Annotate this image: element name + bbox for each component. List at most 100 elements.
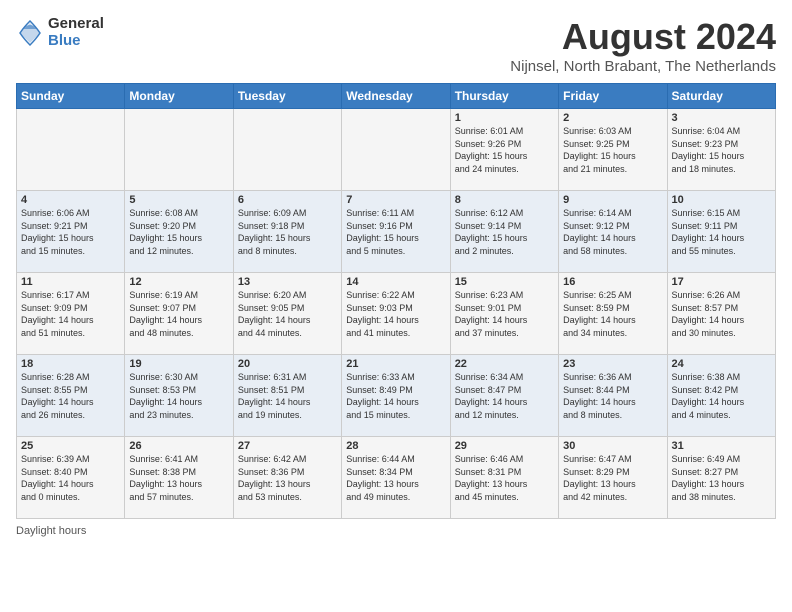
calendar-cell: 10Sunrise: 6:15 AM Sunset: 9:11 PM Dayli… [667,191,775,273]
calendar-cell: 4Sunrise: 6:06 AM Sunset: 9:21 PM Daylig… [17,191,125,273]
day-header-friday: Friday [559,84,667,109]
day-number: 12 [129,276,228,288]
calendar-cell: 6Sunrise: 6:09 AM Sunset: 9:18 PM Daylig… [233,191,341,273]
day-number: 26 [129,440,228,452]
day-detail: Sunrise: 6:47 AM Sunset: 8:29 PM Dayligh… [563,453,662,503]
day-number: 21 [346,358,445,370]
day-number: 31 [672,440,771,452]
calendar-cell [17,109,125,191]
calendar-cell: 11Sunrise: 6:17 AM Sunset: 9:09 PM Dayli… [17,273,125,355]
day-number: 6 [238,194,337,206]
day-detail: Sunrise: 6:28 AM Sunset: 8:55 PM Dayligh… [21,371,120,421]
calendar-cell: 1Sunrise: 6:01 AM Sunset: 9:26 PM Daylig… [450,109,558,191]
calendar-week-5: 25Sunrise: 6:39 AM Sunset: 8:40 PM Dayli… [17,437,776,519]
calendar-cell [233,109,341,191]
day-number: 2 [563,112,662,124]
day-number: 10 [672,194,771,206]
calendar-cell: 30Sunrise: 6:47 AM Sunset: 8:29 PM Dayli… [559,437,667,519]
calendar-cell: 13Sunrise: 6:20 AM Sunset: 9:05 PM Dayli… [233,273,341,355]
day-number: 18 [21,358,120,370]
logo-icon [16,19,44,47]
calendar-cell: 22Sunrise: 6:34 AM Sunset: 8:47 PM Dayli… [450,355,558,437]
day-detail: Sunrise: 6:42 AM Sunset: 8:36 PM Dayligh… [238,453,337,503]
day-detail: Sunrise: 6:26 AM Sunset: 8:57 PM Dayligh… [672,289,771,339]
month-title: August 2024 [510,16,776,58]
day-detail: Sunrise: 6:11 AM Sunset: 9:16 PM Dayligh… [346,207,445,257]
calendar-table: SundayMondayTuesdayWednesdayThursdayFrid… [16,83,776,519]
day-number: 17 [672,276,771,288]
title-block: August 2024 Nijnsel, North Brabant, The … [510,16,776,75]
day-header-monday: Monday [125,84,233,109]
day-detail: Sunrise: 6:39 AM Sunset: 8:40 PM Dayligh… [21,453,120,503]
calendar-cell: 24Sunrise: 6:38 AM Sunset: 8:42 PM Dayli… [667,355,775,437]
day-number: 4 [21,194,120,206]
day-detail: Sunrise: 6:08 AM Sunset: 9:20 PM Dayligh… [129,207,228,257]
day-detail: Sunrise: 6:22 AM Sunset: 9:03 PM Dayligh… [346,289,445,339]
footer: Daylight hours [16,525,776,537]
logo-text: General Blue [48,16,104,49]
day-number: 30 [563,440,662,452]
day-detail: Sunrise: 6:36 AM Sunset: 8:44 PM Dayligh… [563,371,662,421]
calendar-cell: 5Sunrise: 6:08 AM Sunset: 9:20 PM Daylig… [125,191,233,273]
day-number: 8 [455,194,554,206]
day-detail: Sunrise: 6:14 AM Sunset: 9:12 PM Dayligh… [563,207,662,257]
day-number: 7 [346,194,445,206]
calendar-cell: 12Sunrise: 6:19 AM Sunset: 9:07 PM Dayli… [125,273,233,355]
day-number: 9 [563,194,662,206]
logo-blue: Blue [48,33,104,50]
calendar-cell: 3Sunrise: 6:04 AM Sunset: 9:23 PM Daylig… [667,109,775,191]
day-number: 19 [129,358,228,370]
calendar-cell: 9Sunrise: 6:14 AM Sunset: 9:12 PM Daylig… [559,191,667,273]
day-number: 15 [455,276,554,288]
day-detail: Sunrise: 6:23 AM Sunset: 9:01 PM Dayligh… [455,289,554,339]
calendar-week-4: 18Sunrise: 6:28 AM Sunset: 8:55 PM Dayli… [17,355,776,437]
day-detail: Sunrise: 6:34 AM Sunset: 8:47 PM Dayligh… [455,371,554,421]
day-detail: Sunrise: 6:41 AM Sunset: 8:38 PM Dayligh… [129,453,228,503]
day-detail: Sunrise: 6:03 AM Sunset: 9:25 PM Dayligh… [563,125,662,175]
day-detail: Sunrise: 6:09 AM Sunset: 9:18 PM Dayligh… [238,207,337,257]
day-detail: Sunrise: 6:20 AM Sunset: 9:05 PM Dayligh… [238,289,337,339]
calendar-cell: 23Sunrise: 6:36 AM Sunset: 8:44 PM Dayli… [559,355,667,437]
day-number: 13 [238,276,337,288]
day-detail: Sunrise: 6:31 AM Sunset: 8:51 PM Dayligh… [238,371,337,421]
calendar-cell: 7Sunrise: 6:11 AM Sunset: 9:16 PM Daylig… [342,191,450,273]
calendar-cell: 2Sunrise: 6:03 AM Sunset: 9:25 PM Daylig… [559,109,667,191]
calendar-cell: 14Sunrise: 6:22 AM Sunset: 9:03 PM Dayli… [342,273,450,355]
logo: General Blue [16,16,104,49]
day-detail: Sunrise: 6:25 AM Sunset: 8:59 PM Dayligh… [563,289,662,339]
logo-general: General [48,16,104,33]
calendar-cell: 16Sunrise: 6:25 AM Sunset: 8:59 PM Dayli… [559,273,667,355]
calendar-week-1: 1Sunrise: 6:01 AM Sunset: 9:26 PM Daylig… [17,109,776,191]
day-detail: Sunrise: 6:04 AM Sunset: 9:23 PM Dayligh… [672,125,771,175]
day-number: 14 [346,276,445,288]
calendar-cell [125,109,233,191]
page-header: General Blue August 2024 Nijnsel, North … [16,16,776,75]
calendar-cell: 15Sunrise: 6:23 AM Sunset: 9:01 PM Dayli… [450,273,558,355]
calendar-cell: 27Sunrise: 6:42 AM Sunset: 8:36 PM Dayli… [233,437,341,519]
header-row: SundayMondayTuesdayWednesdayThursdayFrid… [17,84,776,109]
day-detail: Sunrise: 6:38 AM Sunset: 8:42 PM Dayligh… [672,371,771,421]
day-detail: Sunrise: 6:44 AM Sunset: 8:34 PM Dayligh… [346,453,445,503]
calendar-cell: 19Sunrise: 6:30 AM Sunset: 8:53 PM Dayli… [125,355,233,437]
day-header-thursday: Thursday [450,84,558,109]
day-number: 20 [238,358,337,370]
day-detail: Sunrise: 6:33 AM Sunset: 8:49 PM Dayligh… [346,371,445,421]
calendar-cell [342,109,450,191]
day-detail: Sunrise: 6:46 AM Sunset: 8:31 PM Dayligh… [455,453,554,503]
calendar-cell: 26Sunrise: 6:41 AM Sunset: 8:38 PM Dayli… [125,437,233,519]
day-number: 3 [672,112,771,124]
footer-text: Daylight hours [16,525,86,537]
calendar-cell: 31Sunrise: 6:49 AM Sunset: 8:27 PM Dayli… [667,437,775,519]
day-number: 1 [455,112,554,124]
day-number: 29 [455,440,554,452]
calendar-week-2: 4Sunrise: 6:06 AM Sunset: 9:21 PM Daylig… [17,191,776,273]
day-header-wednesday: Wednesday [342,84,450,109]
calendar-cell: 28Sunrise: 6:44 AM Sunset: 8:34 PM Dayli… [342,437,450,519]
day-number: 16 [563,276,662,288]
day-number: 24 [672,358,771,370]
day-number: 27 [238,440,337,452]
day-header-saturday: Saturday [667,84,775,109]
day-number: 28 [346,440,445,452]
day-number: 25 [21,440,120,452]
day-number: 5 [129,194,228,206]
